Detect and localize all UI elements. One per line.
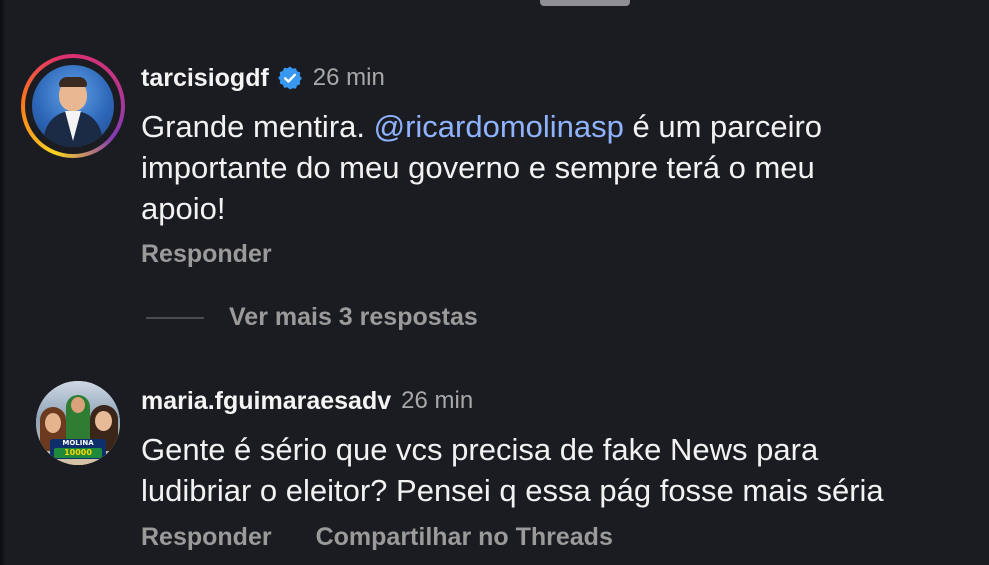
comment-line: ludibriar o eleitor? Pensei q essa pág f… — [141, 473, 884, 508]
comment-actions: Responder — [141, 240, 316, 269]
comment-line: Grande mentira. @ricardomolinasp é um pa… — [141, 109, 823, 144]
comment-text: Grande mentira. @ricardomolinasp é um pa… — [141, 106, 989, 229]
comment-line: Gente é sério que vcs precisa de fake Ne… — [141, 432, 819, 467]
comment-line: importante do meu governo e sempre terá … — [141, 150, 815, 185]
comment-line: apoio! — [141, 191, 226, 226]
comment-actions: Responder Compartilhar no Threads — [141, 523, 657, 552]
sheet-drag-handle[interactable] — [540, 0, 630, 6]
screen-edge — [0, 0, 6, 565]
comment-header: tarcisiogdf 26 min — [141, 56, 385, 100]
avatar[interactable]: MOLINA 10000 — [36, 381, 120, 465]
comment-text: Gente é sério que vcs precisa de fake Ne… — [141, 429, 989, 511]
verified-badge-icon — [277, 66, 302, 90]
comment-timestamp: 26 min — [312, 64, 385, 91]
share-to-threads-button[interactable]: Compartilhar no Threads — [316, 523, 613, 552]
view-more-replies-label: Ver mais 3 respostas — [229, 303, 478, 331]
username[interactable]: tarcisiogdf — [141, 64, 269, 93]
reply-button[interactable]: Responder — [141, 523, 272, 552]
thread-divider — [146, 316, 204, 319]
campaign-banner: MOLINA 10000 — [50, 439, 106, 459]
view-more-replies-button[interactable]: Ver mais 3 respostas — [146, 303, 478, 332]
username[interactable]: maria.fguimaraesadv — [141, 387, 391, 416]
avatar — [32, 65, 114, 147]
comment-timestamp: 26 min — [401, 387, 474, 414]
reply-button[interactable]: Responder — [141, 240, 272, 269]
mention-link[interactable]: @ricardomolinasp — [374, 109, 624, 144]
comment-header: maria.fguimaraesadv 26 min — [141, 381, 473, 421]
avatar-story-ring[interactable] — [21, 54, 125, 158]
